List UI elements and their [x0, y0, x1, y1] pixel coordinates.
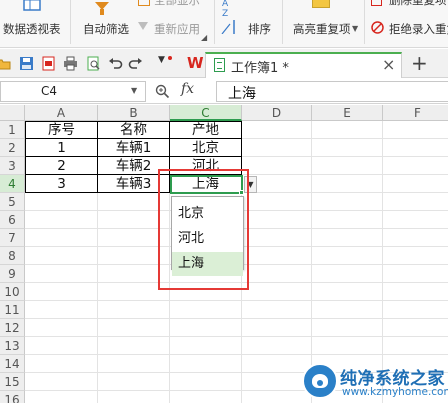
row-header[interactable]: 16: [0, 391, 25, 403]
column-header-d[interactable]: D: [242, 105, 312, 121]
row-header[interactable]: 3: [0, 157, 25, 175]
tab-label: 工作簿1 *: [231, 61, 289, 76]
undo-icon[interactable]: [108, 56, 123, 71]
spreadsheet-grid[interactable]: A B C D E F 1 2 3 4 5 6 7 8 9 10 11 12 1…: [0, 105, 448, 403]
ribbon-separator: [214, 0, 215, 44]
print-preview-icon[interactable]: [86, 56, 101, 71]
table-cell[interactable]: 3: [26, 175, 97, 193]
reject-duplicates-label: 拒绝录入重复项: [389, 22, 448, 36]
name-box[interactable]: C4 ▼: [0, 81, 146, 102]
sort-button[interactable]: A Z 排序: [220, 0, 276, 44]
svg-text:Z: Z: [222, 9, 228, 19]
watermark-logo-icon: [302, 363, 338, 399]
reapply-button[interactable]: 重新应用: [138, 16, 210, 38]
chevron-down-icon: ▼: [352, 24, 359, 33]
highlight-duplicates-label: 高亮重复项: [293, 22, 351, 36]
reapply-label: 重新应用: [154, 22, 200, 36]
show-all-icon: [138, 0, 150, 6]
delete-duplicates-label: 删除重复项: [389, 0, 447, 7]
chevron-down-icon[interactable]: ▼: [131, 86, 137, 95]
delete-duplicates-button[interactable]: 删除重复项: [370, 0, 448, 8]
notification-dot: [168, 56, 172, 60]
table-header-cell[interactable]: 序号: [26, 121, 97, 139]
watermark-url: www.kzmyhome.com: [342, 386, 448, 398]
auto-filter-label: 自动筛选: [83, 22, 129, 36]
tab-workbook1[interactable]: 工作簿1 * ×: [205, 52, 402, 78]
wps-logo-icon[interactable]: W: [187, 55, 205, 72]
pivot-table-label: 数据透视表: [3, 22, 61, 36]
table-cell[interactable]: 2: [26, 157, 97, 175]
gridline: [25, 336, 448, 337]
sort-icon: A Z: [221, 0, 235, 34]
row-header[interactable]: 10: [0, 283, 25, 301]
show-all-button[interactable]: 全部显示: [138, 0, 208, 8]
delete-duplicates-icon: [371, 0, 382, 6]
gridline: [311, 121, 312, 403]
cell-reference: C4: [41, 84, 58, 98]
pivot-table-icon: [23, 0, 41, 11]
select-all-corner[interactable]: [0, 105, 25, 121]
ribbon-data-tab: 数据透视表 自动筛选 全部显示 重新应用 ◢ A Z 排序 高亮重复项 ▼ 删除…: [0, 0, 448, 48]
highlight-icon: [312, 0, 330, 8]
row-header[interactable]: 7: [0, 229, 25, 247]
column-header-c[interactable]: C: [170, 105, 242, 121]
print-icon[interactable]: [63, 56, 78, 71]
table-header-cell[interactable]: 产地: [170, 121, 241, 139]
reject-duplicates-button[interactable]: 拒绝录入重复项: [370, 16, 448, 38]
column-header-f[interactable]: F: [383, 105, 448, 121]
open-folder-icon[interactable]: [0, 56, 11, 71]
sort-label: 排序: [248, 22, 271, 36]
filter-options-launcher-icon[interactable]: ◢: [201, 33, 207, 42]
row-header[interactable]: 13: [0, 337, 25, 355]
ribbon-separator: [70, 0, 71, 44]
gridline: [25, 354, 448, 355]
row-header[interactable]: 5: [0, 193, 25, 211]
formula-input[interactable]: 上海: [216, 81, 448, 102]
row-header[interactable]: 4: [0, 175, 25, 193]
ribbon-separator: [282, 0, 283, 44]
row-header[interactable]: 11: [0, 301, 25, 319]
gridline: [25, 300, 448, 301]
table-header-cell[interactable]: 名称: [98, 121, 169, 139]
column-header-b[interactable]: B: [98, 105, 170, 121]
row-header[interactable]: 6: [0, 211, 25, 229]
table-cell[interactable]: 1: [26, 139, 97, 157]
row-header[interactable]: 9: [0, 265, 25, 283]
save-icon[interactable]: [19, 56, 34, 71]
export-pdf-icon[interactable]: [41, 56, 56, 71]
close-icon[interactable]: ×: [382, 55, 395, 74]
row-header[interactable]: 15: [0, 373, 25, 391]
spreadsheet-icon: [214, 58, 225, 72]
row-header[interactable]: 8: [0, 247, 25, 265]
watermark: 纯净系统之家 www.kzmyhome.com: [302, 363, 448, 403]
formula-value: 上海: [228, 86, 256, 102]
quick-access-toolbar: ▼ W 工作簿1 * × +: [0, 49, 448, 78]
show-all-label: 全部显示: [154, 0, 200, 7]
formula-bar: C4 ▼ fx 上海: [0, 79, 448, 104]
insert-function-button[interactable]: fx: [181, 81, 194, 97]
reject-icon: [371, 21, 384, 34]
redo-icon[interactable]: [128, 56, 143, 71]
gridline: [25, 318, 448, 319]
row-header[interactable]: 12: [0, 319, 25, 337]
column-header-a[interactable]: A: [25, 105, 98, 121]
auto-filter-button[interactable]: 自动筛选: [78, 0, 134, 44]
add-tab-button[interactable]: +: [411, 51, 428, 75]
row-header[interactable]: 2: [0, 139, 25, 157]
customize-icon[interactable]: ▼: [158, 55, 165, 65]
zoom-icon[interactable]: [155, 84, 170, 99]
svg-text:A: A: [222, 0, 229, 9]
ribbon-separator: [364, 0, 365, 44]
highlight-duplicates-button[interactable]: 高亮重复项 ▼: [290, 0, 362, 44]
highlight-annotation-box: [158, 169, 249, 290]
column-header-e[interactable]: E: [312, 105, 383, 121]
gridline: [382, 121, 383, 403]
table-cell[interactable]: 车辆1: [98, 139, 169, 157]
row-header[interactable]: 14: [0, 355, 25, 373]
pivot-table-button[interactable]: 数据透视表: [0, 0, 66, 44]
row-header[interactable]: 1: [0, 121, 25, 139]
table-cell[interactable]: 北京: [170, 139, 241, 157]
